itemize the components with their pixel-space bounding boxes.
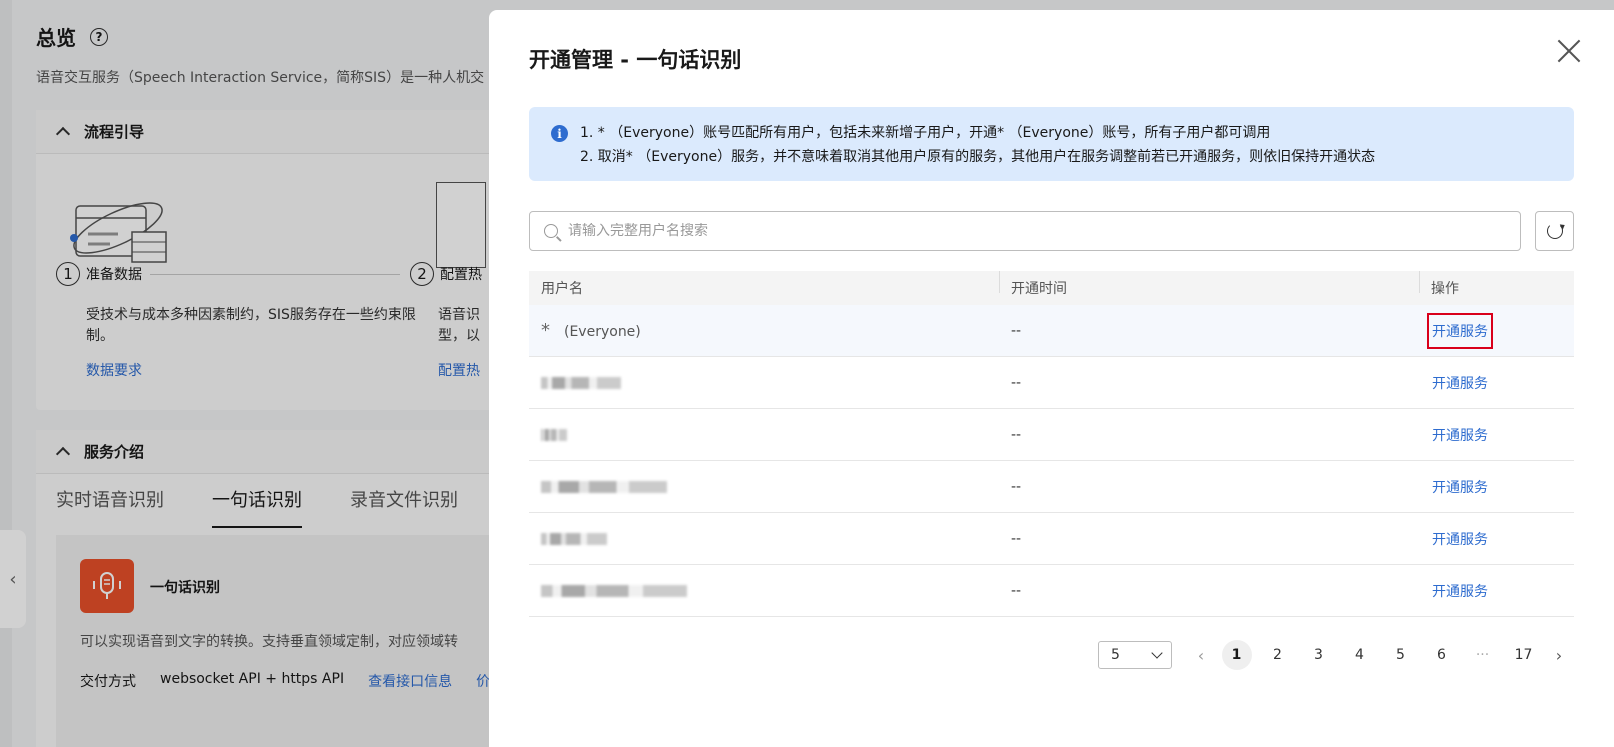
table-row: -- 开通服务: [529, 565, 1574, 617]
page-button-6[interactable]: 6: [1427, 640, 1457, 670]
search-box: [529, 211, 1521, 251]
search-icon: [544, 224, 558, 238]
everyone-label: (Everyone): [564, 324, 641, 340]
user-table: 用户名 开通时间 操作 * (Everyone) -- 开通服务 -- 开通服务 …: [529, 271, 1574, 617]
username-cell: [529, 427, 999, 443]
prev-page-icon[interactable]: ‹: [1186, 646, 1216, 665]
info-icon: i: [551, 125, 568, 142]
time-cell: --: [1011, 530, 1022, 547]
open-service-link[interactable]: 开通服务: [1427, 365, 1493, 401]
table-row: -- 开通服务: [529, 513, 1574, 565]
table-row: * (Everyone) -- 开通服务: [529, 305, 1574, 357]
drawer-title: 开通管理 - 一句话识别: [529, 48, 742, 72]
alert-line: 1. * （Everyone）账号匹配所有用户，包括未来新增子用户，开通* （E…: [580, 125, 1271, 141]
page-size-select[interactable]: 5: [1098, 641, 1172, 669]
table-row: -- 开通服务: [529, 357, 1574, 409]
username-cell: [529, 583, 999, 599]
chevron-down-icon: [1151, 647, 1163, 659]
page-button-2[interactable]: 2: [1263, 640, 1293, 670]
username-cell: [529, 479, 999, 495]
close-icon[interactable]: [1556, 38, 1582, 64]
info-alert: i 1. * （Everyone）账号匹配所有用户，包括未来新增子用户，开通* …: [529, 107, 1574, 181]
column-header-action: 操作: [1419, 271, 1574, 298]
time-cell: --: [1011, 582, 1022, 599]
username-cell: [529, 375, 999, 391]
time-cell: --: [1011, 478, 1022, 495]
username-cell: [529, 531, 999, 547]
page-size-value: 5: [1111, 647, 1120, 663]
open-service-link[interactable]: 开通服务: [1427, 417, 1493, 453]
table-header: 用户名 开通时间 操作: [529, 271, 1574, 305]
table-row: -- 开通服务: [529, 461, 1574, 513]
page-button-4[interactable]: 4: [1345, 640, 1375, 670]
time-cell: --: [1011, 322, 1022, 339]
refresh-button[interactable]: [1535, 211, 1574, 251]
page-button-3[interactable]: 3: [1304, 640, 1334, 670]
time-cell: --: [1011, 426, 1022, 443]
alert-line: 2. 取消* （Everyone）服务，并不意味着取消其他用户原有的服务，其他用…: [580, 149, 1376, 165]
redacted-username: [541, 480, 667, 493]
page-button-1[interactable]: 1: [1221, 640, 1252, 670]
column-header-time: 开通时间: [999, 271, 1419, 298]
open-service-link[interactable]: 开通服务: [1427, 312, 1493, 349]
next-page-icon[interactable]: ›: [1544, 646, 1574, 665]
alert-content: 1. * （Everyone）账号匹配所有用户，包括未来新增子用户，开通* （E…: [580, 121, 1375, 167]
page-button-last[interactable]: 17: [1509, 640, 1539, 670]
redacted-username: [541, 532, 607, 545]
open-service-link[interactable]: 开通服务: [1427, 573, 1493, 609]
asterisk-icon: *: [541, 320, 550, 341]
search-input[interactable]: [568, 223, 1468, 239]
redacted-username: [541, 428, 567, 441]
open-service-link[interactable]: 开通服务: [1427, 469, 1493, 505]
username-cell: * (Everyone): [529, 320, 999, 341]
activation-drawer: 开通管理 - 一句话识别 i 1. * （Everyone）账号匹配所有用户，包…: [489, 10, 1614, 747]
redacted-username: [541, 584, 687, 597]
table-row: -- 开通服务: [529, 409, 1574, 461]
time-cell: --: [1011, 374, 1022, 391]
pagination: 5 ‹ 1 2 3 4 5 6 ··· 17 ›: [529, 640, 1574, 670]
page-button-5[interactable]: 5: [1386, 640, 1416, 670]
redacted-username: [541, 376, 621, 389]
open-service-link[interactable]: 开通服务: [1427, 521, 1493, 557]
page-ellipsis[interactable]: ···: [1468, 640, 1498, 670]
refresh-icon: [1546, 223, 1563, 239]
column-header-username: 用户名: [541, 281, 583, 297]
